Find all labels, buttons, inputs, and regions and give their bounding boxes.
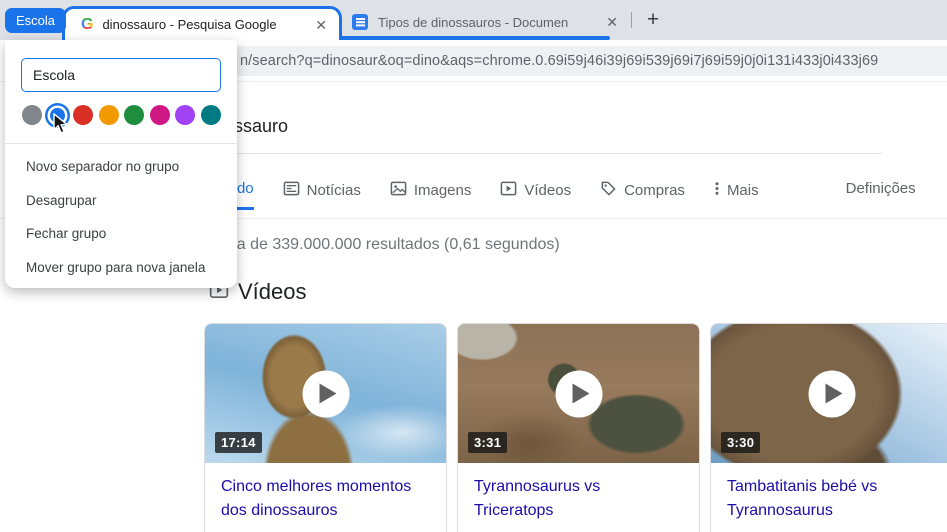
color-swatch-purple[interactable] bbox=[175, 105, 195, 125]
tab-videos-label: Vídeos bbox=[524, 182, 571, 199]
menu-divider bbox=[5, 143, 237, 144]
tab-compras-label: Compras bbox=[624, 182, 685, 199]
tab-strip-separator bbox=[631, 12, 632, 28]
tab-videos[interactable]: Vídeos bbox=[500, 180, 571, 214]
tab-imagens[interactable]: Imagens bbox=[390, 180, 472, 214]
tab-close-icon[interactable]: ✕ bbox=[604, 13, 620, 31]
tab-noticias-label: Notícias bbox=[307, 182, 361, 199]
video-thumbnail-small-dinosaur[interactable]: 3:31 bbox=[458, 324, 699, 463]
images-icon bbox=[390, 180, 407, 201]
menu-item-close-group[interactable]: Fechar grupo bbox=[5, 217, 237, 251]
tab-strip: Escola G dinossauro - Pesquisa Google ✕ … bbox=[0, 0, 947, 40]
news-icon bbox=[283, 180, 300, 201]
mouse-cursor-icon bbox=[53, 113, 70, 140]
browser-window: dinossauro Tudo Notícias Imagens Vídeos … bbox=[0, 0, 947, 532]
video-duration-badge: 17:14 bbox=[215, 432, 262, 453]
tab-group-menu: Novo separador no grupo Desagrupar Fecha… bbox=[5, 40, 237, 288]
more-dots-icon bbox=[714, 180, 720, 201]
video-duration-badge: 3:31 bbox=[468, 432, 507, 453]
video-card[interactable]: 3:30 Tambatitanis bebé vs Tyrannosaurus bbox=[710, 323, 947, 532]
tab-compras[interactable]: Compras bbox=[600, 180, 685, 214]
menu-items: Novo separador no grupo Desagrupar Fecha… bbox=[5, 150, 237, 284]
videos-icon bbox=[500, 180, 517, 201]
play-button-icon[interactable] bbox=[808, 370, 855, 417]
menu-item-ungroup[interactable]: Desagrupar bbox=[5, 184, 237, 218]
address-bar[interactable]: n/search?q=dinosaur&oq=dino&aqs=chrome.0… bbox=[226, 46, 947, 76]
group-name-input[interactable] bbox=[21, 58, 221, 92]
new-tab-button[interactable]: + bbox=[640, 7, 666, 33]
google-favicon: G bbox=[81, 17, 93, 33]
search-box-border bbox=[183, 153, 882, 154]
video-thumbnail-dinosaur-head[interactable]: 3:30 bbox=[711, 324, 947, 463]
color-swatch-orange[interactable] bbox=[99, 105, 119, 125]
tab-close-icon[interactable]: ✕ bbox=[313, 16, 329, 34]
menu-item-new-tab-in-group[interactable]: Novo separador no grupo bbox=[5, 150, 237, 184]
tab-title: dinossauro - Pesquisa Google bbox=[102, 17, 304, 32]
color-swatch-green[interactable] bbox=[124, 105, 144, 125]
video-thumbnail-dinosaur-sky[interactable]: 17:14 bbox=[205, 324, 446, 463]
tab-mais-label: Mais bbox=[727, 182, 759, 199]
definicoes-label: Definições bbox=[846, 180, 916, 197]
color-swatch-grey[interactable] bbox=[22, 105, 42, 125]
play-button-icon[interactable] bbox=[302, 370, 349, 417]
color-swatch-red[interactable] bbox=[73, 105, 93, 125]
tab-noticias[interactable]: Notícias bbox=[283, 180, 361, 214]
videos-heading-label: Vídeos bbox=[238, 279, 307, 305]
definicoes-link[interactable]: Definições bbox=[846, 180, 916, 210]
tab-title: Tipos de dinossauros - Documen bbox=[378, 15, 594, 30]
tab-group-chip[interactable]: Escola bbox=[5, 8, 66, 33]
tab-dinossauro-active[interactable]: G dinossauro - Pesquisa Google ✕ bbox=[62, 6, 342, 40]
tab-tipos-de-dinossauros[interactable]: Tipos de dinossauros - Documen ✕ bbox=[348, 9, 624, 35]
tab-mais[interactable]: Mais bbox=[714, 180, 759, 214]
address-bar-url: n/search?q=dinosaur&oq=dino&aqs=chrome.0… bbox=[240, 53, 878, 69]
results-stats: Cerca de 339.000.000 resultados (0,61 se… bbox=[203, 236, 560, 254]
video-card[interactable]: 17:14 Cinco melhores momentos dos dinoss… bbox=[204, 323, 447, 532]
video-title-link[interactable]: Tyrannosaurus vs Triceratops bbox=[458, 463, 699, 532]
serp-nav-row: Tudo Notícias Imagens Vídeos Compras Mai… bbox=[220, 180, 947, 214]
menu-item-move-group-to-new-window[interactable]: Mover grupo para nova janela bbox=[5, 251, 237, 285]
shopping-tag-icon bbox=[600, 180, 617, 201]
video-title-link[interactable]: Tambatitanis bebé vs Tyrannosaurus bbox=[711, 463, 947, 532]
video-duration-badge: 3:30 bbox=[721, 432, 760, 453]
play-button-icon[interactable] bbox=[555, 370, 602, 417]
video-title-link[interactable]: Cinco melhores momentos dos dinossauros bbox=[205, 463, 446, 532]
video-card[interactable]: 3:31 Tyrannosaurus vs Triceratops bbox=[457, 323, 700, 532]
google-docs-favicon bbox=[352, 14, 368, 30]
tab-imagens-label: Imagens bbox=[414, 182, 472, 199]
color-swatch-pink[interactable] bbox=[150, 105, 170, 125]
group-color-swatches bbox=[22, 105, 221, 125]
color-swatch-cyan[interactable] bbox=[201, 105, 221, 125]
